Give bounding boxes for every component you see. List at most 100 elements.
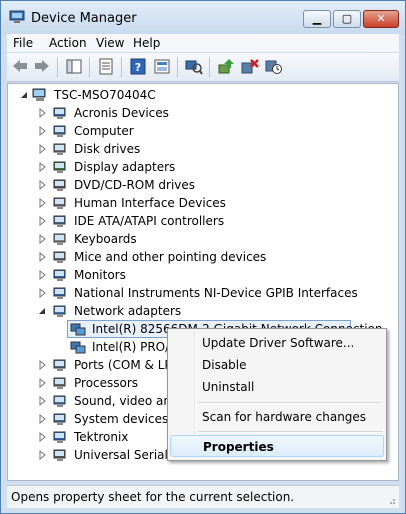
system-device-icon: [53, 413, 66, 425]
port-icon: [53, 359, 66, 371]
tree-root-label: TSC-MSO70404C: [54, 88, 156, 102]
toolbar-separator: [121, 57, 122, 77]
tree-category-row[interactable]: Computer: [8, 122, 398, 140]
tree-category-row[interactable]: Monitors: [8, 266, 398, 284]
update-driver-icon[interactable]: [217, 58, 235, 75]
tree-category-label: Display adapters: [74, 160, 176, 174]
expand-arrow-icon[interactable]: [38, 252, 46, 262]
device-manager-icon: [9, 10, 25, 23]
toolbar-separator: [57, 57, 58, 77]
expand-arrow-icon[interactable]: [38, 180, 46, 190]
context-item-properties[interactable]: Properties: [170, 435, 384, 457]
expand-arrow-icon[interactable]: [38, 432, 46, 442]
tree-category-row[interactable]: IDE ATA/ATAPI controllers: [8, 212, 398, 230]
keyboard-icon: [53, 233, 66, 245]
expand-arrow-icon[interactable]: [38, 270, 46, 280]
menu-action[interactable]: Action: [49, 36, 87, 50]
tree-category-row[interactable]: Mice and other pointing devices: [8, 248, 398, 266]
expand-arrow-icon[interactable]: [38, 216, 46, 226]
device-icon: [53, 431, 66, 443]
status-bar: Opens property sheet for the current sel…: [7, 485, 399, 508]
network-adapter-icon: [70, 341, 86, 354]
expand-arrow-icon[interactable]: [38, 108, 46, 118]
tree-category-label: Human Interface Devices: [74, 196, 226, 210]
tree-category-row[interactable]: Human Interface Devices: [8, 194, 398, 212]
title-bar[interactable]: Device Manager ▁ ▢ ✕: [1, 1, 405, 35]
context-item-scan[interactable]: Scan for hardware changes: [170, 406, 384, 428]
close-icon: ✕: [376, 12, 386, 25]
toolbar-separator: [177, 57, 178, 77]
tree-category-row[interactable]: Network adapters: [8, 302, 398, 320]
maximize-icon: ▢: [341, 12, 353, 25]
expand-arrow-icon[interactable]: [38, 360, 46, 370]
context-item-disable[interactable]: Disable: [170, 354, 384, 376]
menu-file[interactable]: File: [13, 36, 33, 50]
tree-category-label: Tektronix: [74, 430, 129, 444]
tree-category-label: Keyboards: [74, 232, 137, 246]
device-manager-window: Device Manager ▁ ▢ ✕ File Action View He…: [0, 0, 406, 514]
tree-root[interactable]: TSC-MSO70404C: [8, 86, 398, 104]
mouse-icon: [53, 251, 66, 263]
back-icon[interactable]: [11, 58, 29, 75]
ide-controller-icon: [53, 215, 66, 227]
expand-arrow-icon[interactable]: [38, 378, 46, 388]
hid-icon: [53, 197, 66, 209]
minimize-button[interactable]: ▁: [303, 10, 331, 28]
expand-arrow-icon[interactable]: [38, 162, 46, 172]
dvd-drive-icon: [53, 179, 66, 191]
tree-category-label: DVD/CD-ROM drives: [74, 178, 196, 192]
tree-category-row[interactable]: Display adapters: [8, 158, 398, 176]
expand-arrow-icon[interactable]: [38, 450, 46, 460]
maximize-button[interactable]: ▢: [333, 10, 361, 28]
expand-arrow-icon[interactable]: [38, 396, 46, 406]
scan-hardware-changes-icon[interactable]: [185, 58, 203, 75]
tree-category-label: Mice and other pointing devices: [74, 250, 267, 264]
menu-view[interactable]: View: [96, 36, 124, 50]
context-menu-separator: [198, 431, 382, 433]
expand-arrow-icon[interactable]: [38, 414, 46, 424]
computer-root-icon: [32, 88, 46, 101]
toolbar: ?: [7, 53, 399, 82]
tree-category-row[interactable]: National Instruments NI-Device GPIB Inte…: [8, 284, 398, 302]
menu-help[interactable]: Help: [133, 36, 160, 50]
expand-arrow-icon[interactable]: [38, 198, 46, 208]
disable-icon[interactable]: [265, 58, 283, 75]
expand-arrow-icon[interactable]: [38, 234, 46, 244]
status-text: Opens property sheet for the current sel…: [11, 490, 295, 504]
sound-icon: [53, 395, 66, 407]
network-adapter-icon: [53, 305, 66, 317]
tree-category-row[interactable]: Acronis Devices: [8, 104, 398, 122]
tree-category-row[interactable]: DVD/CD-ROM drives: [8, 176, 398, 194]
show-hide-console-tree-icon[interactable]: [65, 58, 83, 75]
context-item-uninstall[interactable]: Uninstall: [170, 376, 384, 398]
disk-drive-icon: [53, 143, 66, 155]
context-item-label: Scan for hardware changes: [202, 410, 367, 424]
context-item-label: Update Driver Software...: [202, 336, 355, 350]
close-button[interactable]: ✕: [363, 10, 399, 28]
collapse-arrow-icon[interactable]: [20, 90, 28, 100]
context-item-label: Disable: [202, 358, 247, 372]
collapse-arrow-icon[interactable]: [38, 306, 46, 316]
context-item-label: Uninstall: [202, 380, 255, 394]
expand-arrow-icon[interactable]: [38, 144, 46, 154]
tree-category-row[interactable]: Disk drives: [8, 140, 398, 158]
properties-icon[interactable]: [97, 58, 115, 75]
usb-icon: [53, 449, 66, 461]
gpib-icon: [53, 287, 66, 299]
uninstall-icon[interactable]: [241, 58, 259, 75]
context-item-update-driver[interactable]: Update Driver Software...: [170, 332, 384, 354]
forward-icon[interactable]: [33, 58, 51, 75]
context-menu: Update Driver Software... Disable Uninst…: [167, 328, 387, 461]
device-icon: [53, 107, 66, 119]
expand-arrow-icon[interactable]: [38, 126, 46, 136]
tree-category-label: Monitors: [74, 268, 126, 282]
tree-category-row[interactable]: Keyboards: [8, 230, 398, 248]
expand-arrow-icon[interactable]: [38, 288, 46, 298]
tree-category-label: Computer: [74, 124, 134, 138]
resize-grip-icon[interactable]: [386, 495, 396, 505]
tree-category-label: Disk drives: [74, 142, 141, 156]
context-item-label: Properties: [203, 440, 274, 454]
help-icon[interactable]: ?: [129, 58, 147, 75]
tree-category-label: National Instruments NI-Device GPIB Inte…: [74, 286, 358, 300]
show-view-icon[interactable]: [153, 58, 171, 75]
